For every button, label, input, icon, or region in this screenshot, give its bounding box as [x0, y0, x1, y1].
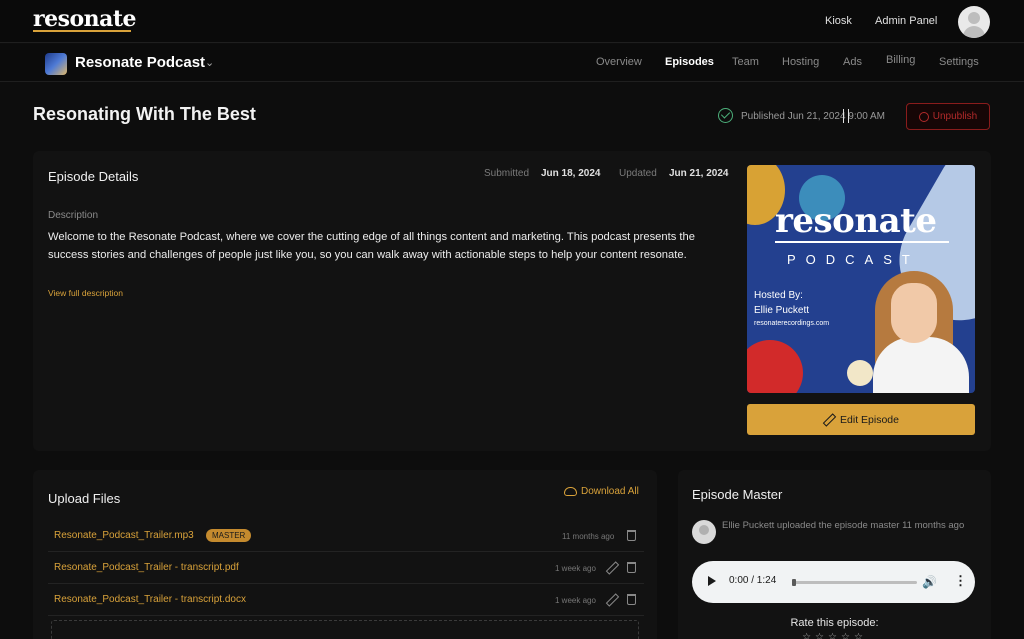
episode-cover-art: resonate PODCAST Hosted By: Ellie Pucket…: [747, 165, 975, 393]
audio-player[interactable]: 0:00 / 1:24 🔊 ⋮: [692, 561, 975, 603]
cover-shape-red: [747, 340, 803, 393]
player-time: 0:00 / 1:24: [729, 575, 777, 586]
description-label: Description: [48, 210, 99, 221]
uploader-text: Ellie Puckett uploaded the episode maste…: [722, 520, 965, 531]
download-all-label: Download All: [581, 486, 639, 497]
published-status: Published Jun 21, 2024 9:00 AM: [741, 111, 885, 122]
trash-icon[interactable]: [627, 530, 636, 541]
description-text: Welcome to the Resonate Podcast, where w…: [48, 231, 695, 261]
episode-details-card: Episode Details Submitted Jun 18, 2024 U…: [33, 151, 991, 451]
cover-shape-cream: [847, 360, 873, 386]
chevron-down-icon[interactable]: ⌄: [205, 56, 214, 69]
podcast-thumbnail: [45, 53, 67, 75]
trash-icon[interactable]: [627, 594, 636, 605]
resonate-logo[interactable]: resonate: [33, 6, 137, 32]
submitted-date: Jun 18, 2024: [541, 168, 601, 179]
cover-hosted-by: Hosted By:: [754, 290, 803, 301]
pencil-icon: [823, 414, 834, 425]
tab-ads[interactable]: Ads: [843, 56, 862, 68]
file-time: 11 months ago: [562, 532, 615, 541]
uploader-avatar: [692, 520, 716, 544]
file-dropzone[interactable]: [51, 620, 639, 639]
file-name[interactable]: Resonate_Podcast_Trailer - transcript.do…: [54, 594, 246, 605]
more-options-icon[interactable]: ⋮: [954, 573, 967, 589]
rating-stars[interactable]: ☆☆☆☆☆: [678, 632, 991, 639]
tab-team[interactable]: Team: [732, 56, 759, 68]
avatar-head-icon: [968, 12, 980, 24]
rate-label: Rate this episode:: [790, 617, 879, 629]
unpublish-button[interactable]: Unpublish: [906, 103, 990, 130]
admin-panel-link[interactable]: Admin Panel: [875, 15, 937, 27]
volume-icon[interactable]: 🔊: [922, 575, 937, 589]
file-row[interactable]: Resonate_Podcast_Trailer - transcript.pd…: [48, 552, 644, 584]
episode-master-title: Episode Master: [692, 487, 783, 502]
logo-underline: [33, 30, 131, 32]
episode-title: Resonating With The Best: [33, 104, 256, 124]
check-circle-icon: [718, 108, 733, 123]
episode-master-card: Episode Master Ellie Puckett uploaded th…: [678, 470, 991, 639]
master-badge: MASTER: [206, 529, 252, 542]
file-name[interactable]: Resonate_Podcast_Trailer.mp3: [54, 530, 194, 541]
submitted-label: Submitted: [484, 168, 530, 179]
tab-episodes[interactable]: Episodes: [665, 56, 714, 68]
file-row[interactable]: Resonate_Podcast_Trailer - transcript.do…: [48, 584, 644, 616]
file-time: 1 week ago: [555, 564, 596, 573]
cover-website: resonaterecordings.com: [754, 320, 830, 327]
tab-billing[interactable]: Billing: [886, 54, 915, 66]
host-photo-body: [873, 337, 969, 393]
pencil-icon[interactable]: [606, 561, 616, 573]
tab-settings[interactable]: Settings: [939, 56, 979, 68]
updated-label: Updated: [619, 168, 657, 179]
play-icon[interactable]: [708, 576, 716, 586]
podcast-nav: Resonate Podcast ⌄ Overview Episodes Tea…: [0, 44, 1024, 82]
kiosk-link[interactable]: Kiosk: [825, 15, 852, 27]
edit-episode-button[interactable]: Edit Episode: [747, 404, 975, 435]
upload-files-title: Upload Files: [48, 491, 121, 506]
cover-logo: resonate: [775, 201, 937, 241]
edit-episode-label: Edit Episode: [840, 413, 899, 426]
view-full-description-link[interactable]: View full description: [48, 288, 123, 298]
audio-scrubber[interactable]: [792, 579, 917, 586]
download-all-button[interactable]: Download All: [564, 486, 639, 497]
upload-files-card: Upload Files Download All Resonate_Podca…: [33, 470, 657, 639]
tab-hosting[interactable]: Hosting: [782, 56, 819, 68]
user-avatar[interactable]: [958, 6, 990, 38]
text-cursor-icon: [843, 109, 849, 123]
host-photo-face: [891, 283, 937, 343]
episode-details-title: Episode Details: [48, 169, 139, 184]
trash-icon[interactable]: [627, 562, 636, 573]
cover-subtitle: PODCAST: [787, 252, 920, 267]
cover-host-name: Ellie Puckett: [754, 305, 810, 316]
cover-divider: [775, 241, 949, 243]
unpublish-label: Unpublish: [932, 111, 978, 122]
cloud-download-icon: [564, 487, 577, 496]
top-bar: resonate Kiosk Admin Panel: [0, 0, 1024, 43]
pencil-icon[interactable]: [606, 593, 616, 605]
avatar-body-icon: [963, 26, 985, 38]
podcast-selector[interactable]: Resonate Podcast: [75, 54, 205, 71]
file-name[interactable]: Resonate_Podcast_Trailer - transcript.pd…: [54, 562, 239, 573]
file-time: 1 week ago: [555, 596, 596, 605]
file-row[interactable]: Resonate_Podcast_Trailer.mp3 MASTER 11 m…: [48, 520, 644, 552]
unpublish-icon: [918, 111, 929, 122]
tab-overview[interactable]: Overview: [596, 56, 642, 68]
updated-date: Jun 21, 2024: [669, 168, 729, 179]
